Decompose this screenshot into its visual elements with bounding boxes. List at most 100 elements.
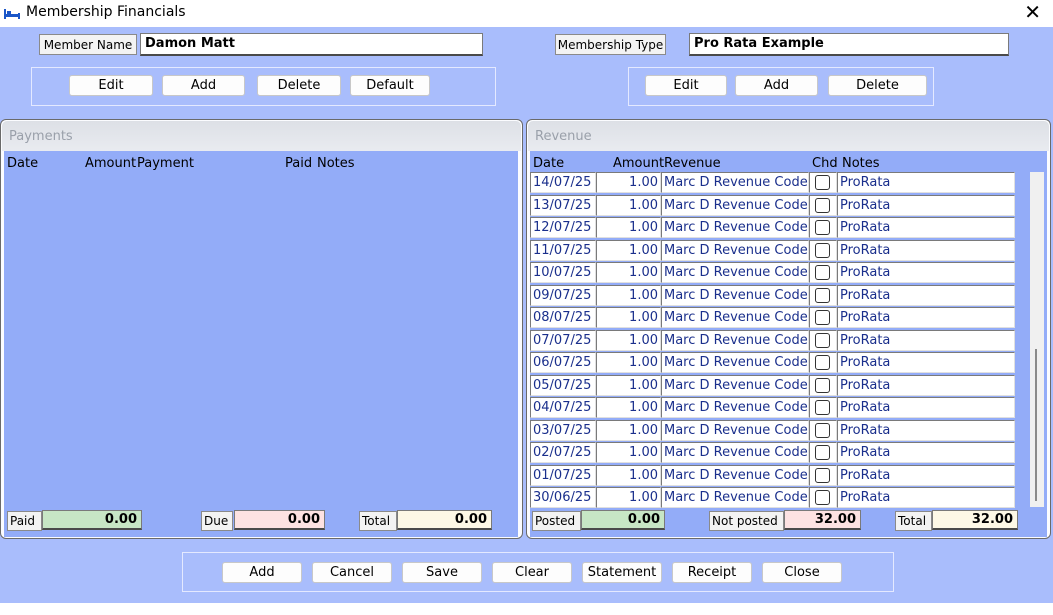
- row-chd[interactable]: [809, 217, 837, 238]
- row-chd-checkbox[interactable]: [815, 197, 830, 213]
- revenue-row[interactable]: 10/07/25 1.00 Marc D Revenue Code ProRata: [530, 262, 1016, 284]
- row-chd-checkbox[interactable]: [815, 467, 830, 483]
- revenue-row[interactable]: 11/07/25 1.00 Marc D Revenue Code ProRata: [530, 239, 1016, 262]
- row-revenue: Marc D Revenue Code: [661, 239, 809, 261]
- row-chd-checkbox[interactable]: [815, 422, 830, 438]
- member-edit-button[interactable]: Edit: [69, 75, 153, 96]
- row-notes: ProRata: [837, 442, 1015, 463]
- row-chd[interactable]: [809, 329, 837, 351]
- footer-statement-button[interactable]: Statement: [582, 562, 662, 583]
- row-chd[interactable]: [809, 307, 837, 328]
- row-date: 14/07/25: [530, 172, 596, 193]
- revenue-row[interactable]: 01/07/25 1.00 Marc D Revenue Code ProRata: [530, 464, 1016, 487]
- revenue-row[interactable]: 09/07/25 1.00 Marc D Revenue Code ProRata: [530, 284, 1016, 307]
- row-date: 10/07/25: [530, 262, 596, 283]
- row-notes: ProRata: [837, 172, 1015, 193]
- row-chd-checkbox[interactable]: [815, 242, 830, 258]
- revenue-row[interactable]: 03/07/25 1.00 Marc D Revenue Code ProRata: [530, 419, 1016, 442]
- revenue-row[interactable]: 30/06/25 1.00 Marc D Revenue Code ProRata: [530, 487, 1016, 509]
- revenue-row[interactable]: 04/07/25 1.00 Marc D Revenue Code ProRata: [530, 397, 1016, 419]
- row-chd[interactable]: [809, 487, 837, 508]
- revenue-grid[interactable]: Date Amount Revenue Chd Notes 14/07/25 1.…: [530, 151, 1047, 537]
- row-revenue: Marc D Revenue Code: [661, 419, 809, 441]
- row-chd[interactable]: [809, 397, 837, 418]
- row-revenue: Marc D Revenue Code: [661, 464, 809, 486]
- row-chd-checkbox[interactable]: [815, 287, 830, 303]
- member-name-field[interactable]: Damon Matt: [140, 33, 483, 56]
- row-chd[interactable]: [809, 374, 837, 396]
- row-chd[interactable]: [809, 419, 837, 441]
- row-chd-checkbox[interactable]: [815, 377, 830, 393]
- row-notes: ProRata: [837, 397, 1015, 418]
- bed-icon: [4, 9, 20, 19]
- revenue-row[interactable]: 02/07/25 1.00 Marc D Revenue Code ProRata: [530, 442, 1016, 464]
- type-delete-button[interactable]: Delete: [828, 75, 927, 96]
- footer-clear-button[interactable]: Clear: [492, 562, 572, 583]
- row-chd-checkbox[interactable]: [815, 265, 830, 280]
- payments-title: Payments: [9, 129, 73, 144]
- row-revenue: Marc D Revenue Code: [661, 397, 809, 418]
- revenue-row[interactable]: 08/07/25 1.00 Marc D Revenue Code ProRata: [530, 307, 1016, 329]
- member-delete-button[interactable]: Delete: [257, 75, 341, 96]
- row-chd[interactable]: [809, 284, 837, 306]
- row-revenue: Marc D Revenue Code: [661, 172, 809, 193]
- row-chd[interactable]: [809, 352, 837, 373]
- row-chd[interactable]: [809, 442, 837, 463]
- paid-value: 0.00: [42, 510, 142, 530]
- row-notes: ProRata: [837, 487, 1015, 508]
- revenue-title: Revenue: [535, 129, 592, 144]
- footer-receipt-button[interactable]: Receipt: [672, 562, 752, 583]
- membership-type-field[interactable]: Pro Rata Example: [689, 33, 1009, 56]
- footer-cancel-button[interactable]: Cancel: [312, 562, 392, 583]
- row-amount: 1.00: [596, 284, 661, 306]
- revenue-scrollbar[interactable]: [1030, 172, 1044, 507]
- revenue-col-notes[interactable]: Notes: [842, 156, 880, 171]
- type-add-button[interactable]: Add: [735, 75, 818, 96]
- row-chd-checkbox[interactable]: [815, 220, 830, 235]
- row-chd-checkbox[interactable]: [815, 332, 830, 348]
- posted-label: Posted: [532, 511, 581, 531]
- revenue-col-date[interactable]: Date: [533, 156, 564, 171]
- member-add-button[interactable]: Add: [162, 75, 245, 96]
- revenue-row[interactable]: 07/07/25 1.00 Marc D Revenue Code ProRata: [530, 329, 1016, 352]
- row-chd[interactable]: [809, 262, 837, 283]
- footer-close-button[interactable]: Close: [762, 562, 842, 583]
- payments-col-payment[interactable]: Payment: [137, 156, 194, 171]
- close-window-icon[interactable]: ✕: [1024, 2, 1041, 22]
- row-chd[interactable]: [809, 194, 837, 216]
- row-chd[interactable]: [809, 239, 837, 261]
- revenue-row[interactable]: 12/07/25 1.00 Marc D Revenue Code ProRata: [530, 217, 1016, 239]
- row-chd-checkbox[interactable]: [815, 310, 830, 325]
- revenue-col-revenue[interactable]: Revenue: [664, 156, 721, 171]
- payments-col-date[interactable]: Date: [7, 156, 38, 171]
- footer-add-button[interactable]: Add: [222, 562, 302, 583]
- row-chd-checkbox[interactable]: [815, 355, 830, 370]
- row-chd-checkbox[interactable]: [815, 445, 830, 460]
- type-edit-button[interactable]: Edit: [645, 75, 727, 96]
- row-chd-checkbox[interactable]: [815, 490, 830, 505]
- payments-col-paid[interactable]: Paid: [285, 156, 312, 171]
- row-chd-checkbox[interactable]: [815, 175, 830, 190]
- revenue-scrollbar-thumb[interactable]: [1035, 349, 1037, 501]
- row-amount: 1.00: [596, 329, 661, 351]
- revenue-row[interactable]: 05/07/25 1.00 Marc D Revenue Code ProRata: [530, 374, 1016, 397]
- payments-col-notes[interactable]: Notes: [317, 156, 355, 171]
- row-revenue: Marc D Revenue Code: [661, 442, 809, 463]
- row-notes: ProRata: [837, 284, 1015, 306]
- row-chd[interactable]: [809, 172, 837, 193]
- revenue-row[interactable]: 14/07/25 1.00 Marc D Revenue Code ProRata: [530, 172, 1016, 194]
- row-chd[interactable]: [809, 464, 837, 486]
- row-chd-checkbox[interactable]: [815, 400, 830, 415]
- row-amount: 1.00: [596, 352, 661, 373]
- member-default-button[interactable]: Default: [350, 75, 430, 96]
- revenue-col-amount[interactable]: Amount: [613, 156, 664, 171]
- revenue-row[interactable]: 13/07/25 1.00 Marc D Revenue Code ProRata: [530, 194, 1016, 217]
- revenue-col-chd[interactable]: Chd: [812, 156, 838, 171]
- row-amount: 1.00: [596, 419, 661, 441]
- payments-col-amount[interactable]: Amount: [85, 156, 136, 171]
- revenue-row[interactable]: 06/07/25 1.00 Marc D Revenue Code ProRata: [530, 352, 1016, 374]
- footer-save-button[interactable]: Save: [402, 562, 482, 583]
- row-revenue: Marc D Revenue Code: [661, 352, 809, 373]
- row-date: 11/07/25: [530, 239, 596, 261]
- payments-grid[interactable]: Date Amount Payment Paid Notes Paid 0.00…: [4, 151, 518, 537]
